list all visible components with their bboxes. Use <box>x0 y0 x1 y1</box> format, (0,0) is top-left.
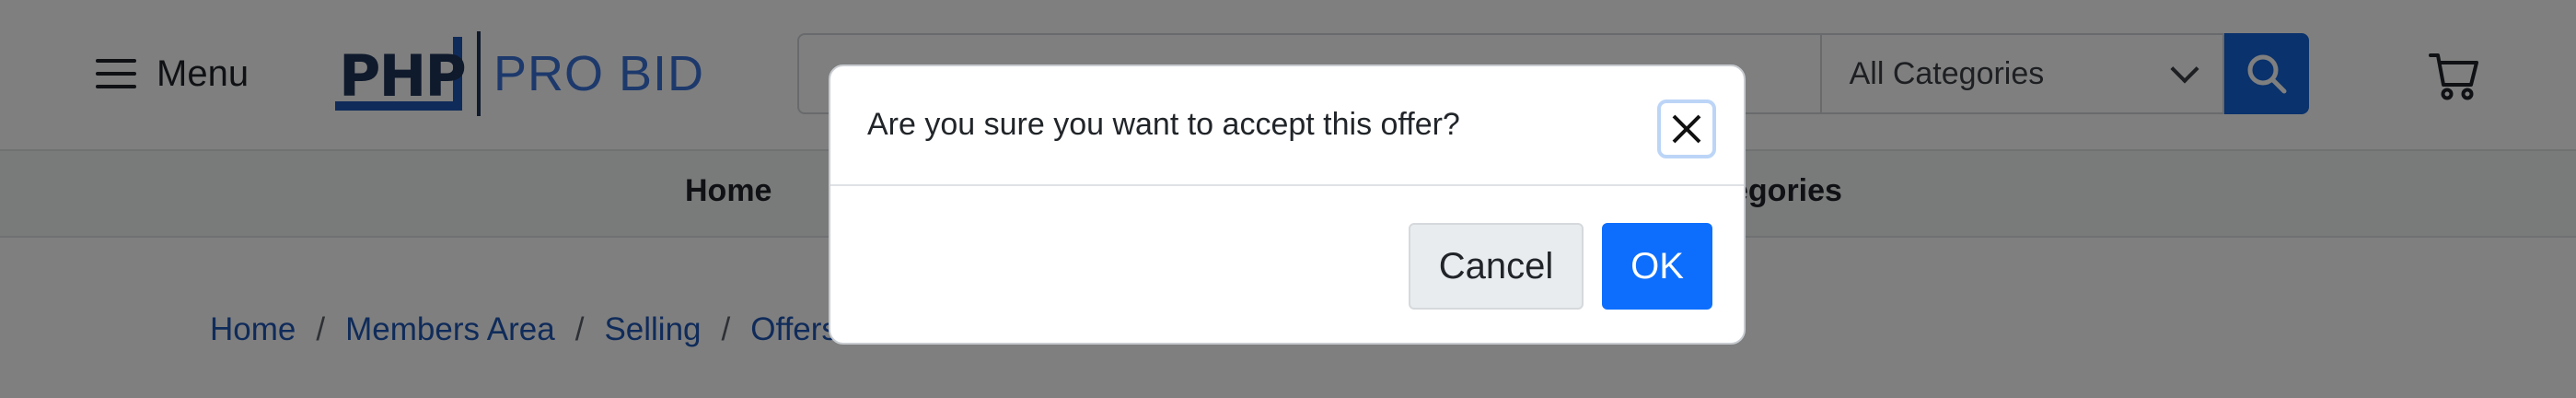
cancel-button[interactable]: Cancel <box>1409 223 1584 310</box>
dialog-message: Are you sure you want to accept this off… <box>867 107 1460 142</box>
page: Menu PHP PRO BID All Categories <box>0 0 2576 398</box>
dialog-header: Are you sure you want to accept this off… <box>830 66 1744 186</box>
close-button[interactable] <box>1657 100 1716 158</box>
close-icon <box>1672 114 1701 144</box>
confirm-dialog: Are you sure you want to accept this off… <box>829 64 1746 345</box>
ok-button[interactable]: OK <box>1602 223 1712 310</box>
